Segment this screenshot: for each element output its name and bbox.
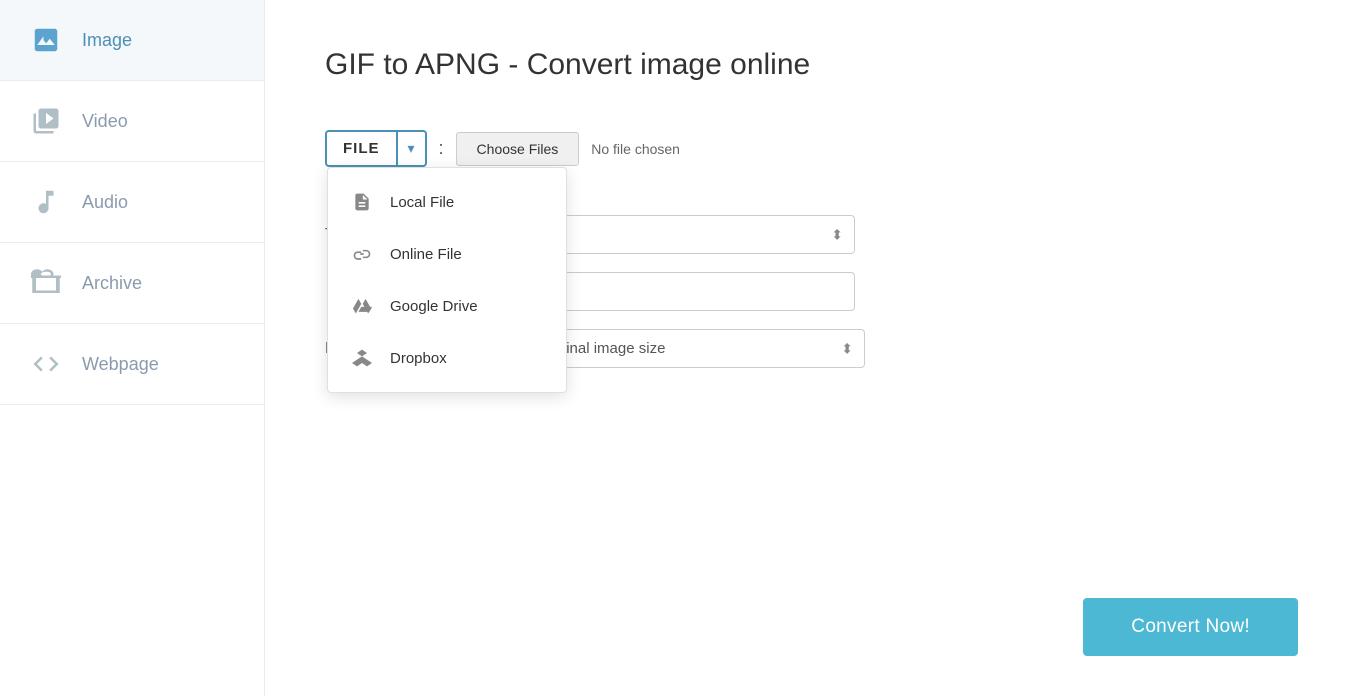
google-drive-icon xyxy=(348,292,376,320)
page-title: GIF to APNG - Convert image online xyxy=(325,48,1298,82)
sidebar-item-webpage[interactable]: Webpage xyxy=(0,324,264,405)
file-source-dropdown: Local File Online File xyxy=(327,167,567,393)
dropdown-item-google-drive[interactable]: Google Drive xyxy=(328,280,566,332)
file-source-dropdown-button[interactable]: ▾ xyxy=(396,132,425,165)
sidebar-label-webpage: Webpage xyxy=(82,354,159,375)
archive-icon xyxy=(28,265,64,301)
dropdown-item-local-file[interactable]: Local File xyxy=(328,176,566,228)
main-content: GIF to APNG - Convert image online FILE … xyxy=(265,0,1358,696)
sidebar-label-video: Video xyxy=(82,111,128,132)
choose-files-button[interactable]: Choose Files xyxy=(456,132,580,166)
sidebar-label-archive: Archive xyxy=(82,273,142,294)
dropdown-online-file-label: Online File xyxy=(390,246,462,263)
sidebar-item-audio[interactable]: Audio xyxy=(0,162,264,243)
dropdown-item-online-file[interactable]: Online File xyxy=(328,228,566,280)
dropdown-dropbox-label: Dropbox xyxy=(390,350,447,367)
colon-separator: : xyxy=(439,138,444,159)
file-source-label: FILE xyxy=(327,132,396,165)
dropbox-icon xyxy=(348,344,376,372)
local-file-icon xyxy=(348,188,376,216)
webpage-icon xyxy=(28,346,64,382)
file-row: FILE ▾ Local File xyxy=(325,130,1298,167)
dropdown-item-dropbox[interactable]: Dropbox xyxy=(328,332,566,384)
convert-now-button[interactable]: Convert Now! xyxy=(1083,598,1298,656)
sidebar-item-video[interactable]: Video xyxy=(0,81,264,162)
image-icon xyxy=(28,22,64,58)
sidebar: Image Video Audio Archive We xyxy=(0,0,265,696)
no-file-chosen-text: No file chosen xyxy=(591,141,680,157)
file-source-group: FILE ▾ Local File xyxy=(325,130,427,167)
sidebar-label-image: Image xyxy=(82,30,132,51)
sidebar-item-archive[interactable]: Archive xyxy=(0,243,264,324)
audio-icon xyxy=(28,184,64,220)
online-file-icon xyxy=(348,240,376,268)
dropdown-google-drive-label: Google Drive xyxy=(390,298,478,315)
video-icon xyxy=(28,103,64,139)
dropdown-local-file-label: Local File xyxy=(390,194,454,211)
sidebar-item-image[interactable]: Image xyxy=(0,0,264,81)
sidebar-label-audio: Audio xyxy=(82,192,128,213)
